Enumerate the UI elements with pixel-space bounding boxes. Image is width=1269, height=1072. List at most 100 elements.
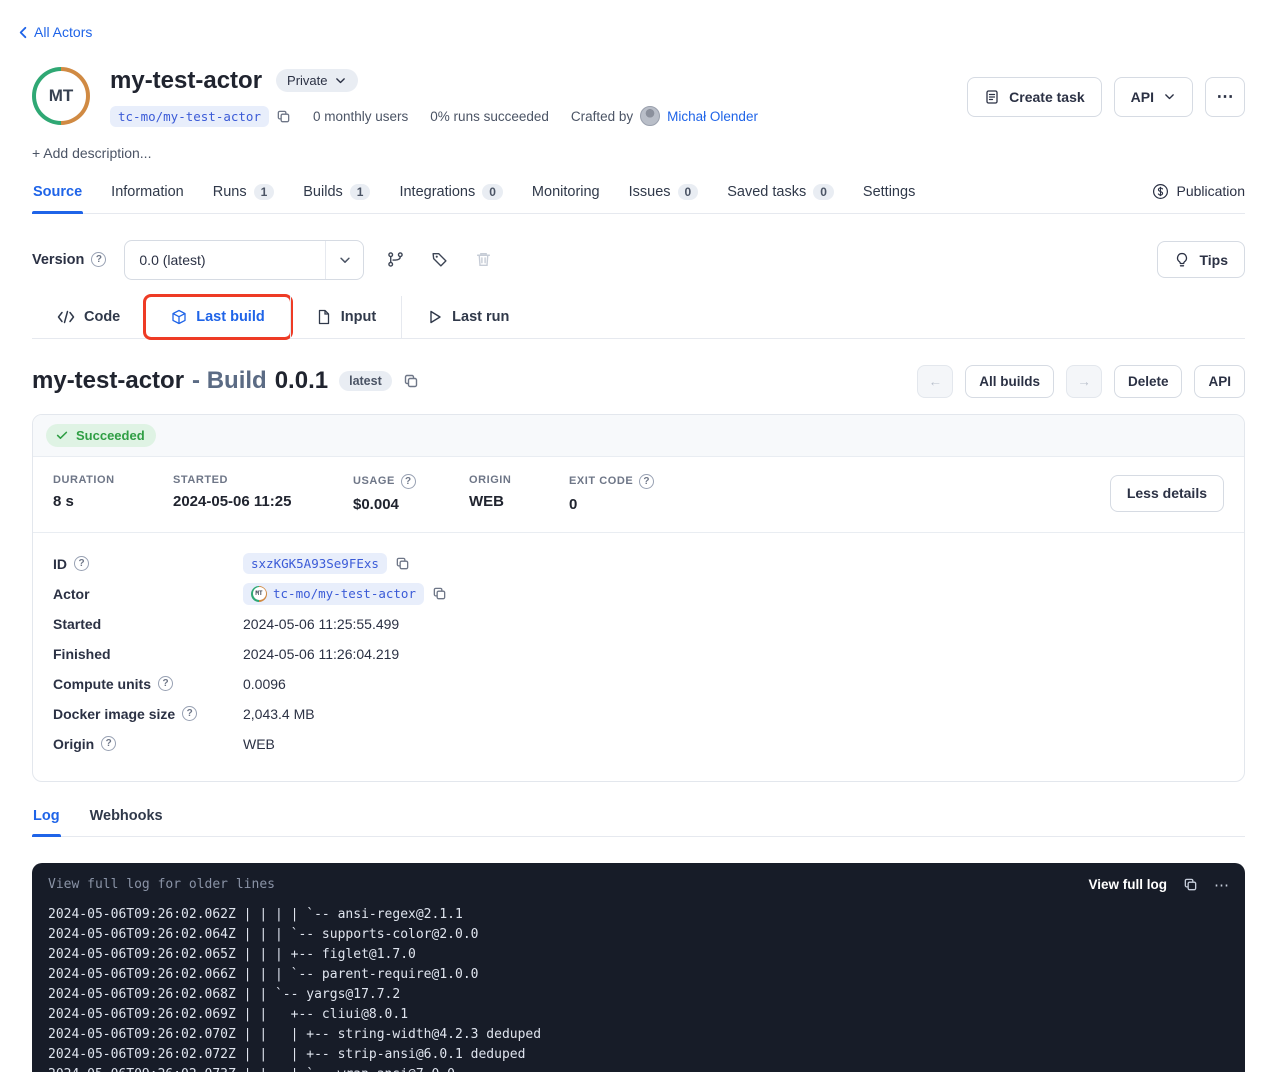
version-select[interactable]: 0.0 (latest) (124, 240, 364, 280)
detail-row-docker-size: Docker image size? 2,043.4 MB (53, 699, 1224, 729)
prev-build-button[interactable]: ← (917, 365, 953, 398)
less-details-button[interactable]: Less details (1110, 475, 1224, 512)
subtab-code[interactable]: Code (32, 296, 145, 338)
tab-saved-tasks[interactable]: Saved tasks0 (726, 184, 835, 213)
view-full-log-button[interactable]: View full log (1088, 877, 1167, 892)
subtab-last-run[interactable]: Last run (401, 296, 534, 338)
tab-information[interactable]: Information (110, 184, 185, 213)
code-icon (57, 310, 75, 324)
build-details: ID? sxzKGK5A93Se9FExs Actor MT tc-mo/my-… (33, 533, 1244, 781)
log-more-button[interactable]: ⋯ (1214, 876, 1229, 894)
actor-detail-page: All Actors MT my-test-actor Private tc-m… (0, 0, 1269, 1072)
tab-count-badge: 1 (254, 184, 275, 200)
tab-runs[interactable]: Runs1 (212, 184, 276, 213)
task-icon (984, 89, 1000, 105)
lightbulb-icon (1174, 252, 1190, 268)
tips-button[interactable]: Tips (1157, 241, 1245, 278)
log-line: 2024-05-06T09:26:02.069Z | | +-- cliui@8… (48, 1005, 1229, 1025)
log-output[interactable]: 2024-05-06T09:26:02.062Z | | | | `-- ans… (32, 899, 1245, 1072)
create-task-button[interactable]: Create task (967, 77, 1102, 117)
author-link[interactable]: Michał Olender (667, 109, 758, 124)
stat-started: STARTED 2024-05-06 11:25 (173, 474, 329, 510)
copy-log-button[interactable] (1183, 877, 1198, 892)
older-lines-notice[interactable]: View full log for older lines (48, 877, 275, 892)
detail-row-compute-units: Compute units? 0.0096 (53, 669, 1224, 699)
copy-icon (403, 373, 419, 389)
breadcrumb-label: All Actors (34, 24, 92, 40)
tab-issues[interactable]: Issues0 (628, 184, 700, 213)
dollar-circle-icon (1152, 183, 1169, 200)
log-panel: View full log for older lines View full … (32, 863, 1245, 1072)
stat-exit-code: EXIT CODE? 0 (569, 474, 679, 513)
copy-icon (432, 586, 447, 601)
log-line: 2024-05-06T09:26:02.066Z | | | `-- paren… (48, 965, 1229, 985)
branch-icon-button[interactable] (382, 247, 408, 273)
author-avatar (640, 106, 660, 126)
subtab-input[interactable]: Input (290, 296, 401, 338)
delete-build-button[interactable]: Delete (1114, 365, 1183, 398)
chevron-down-icon (1163, 90, 1176, 103)
build-api-button[interactable]: API (1194, 365, 1245, 398)
log-line: 2024-05-06T09:26:02.062Z | | | | `-- ans… (48, 905, 1229, 925)
actor-tab-bar: Source Information Runs1 Builds1 Integra… (32, 183, 1245, 214)
tab-settings[interactable]: Settings (862, 184, 916, 213)
help-icon[interactable]: ? (158, 676, 173, 691)
copy-build-button[interactable] (403, 373, 419, 389)
help-icon[interactable]: ? (639, 474, 654, 489)
chevron-down-icon (334, 74, 347, 87)
stat-duration: DURATION 8 s (53, 474, 149, 510)
trash-icon (475, 251, 492, 268)
tab-integrations[interactable]: Integrations0 (398, 184, 503, 213)
document-icon (316, 309, 332, 325)
detail-row-id: ID? sxzKGK5A93Se9FExs (53, 549, 1224, 579)
detail-row-origin: Origin? WEB (53, 729, 1224, 759)
tab-monitoring[interactable]: Monitoring (531, 184, 601, 213)
copy-id-button[interactable] (395, 556, 410, 571)
stat-origin: ORIGIN WEB (469, 474, 545, 510)
detail-row-finished: Finished 2024-05-06 11:26:04.219 (53, 639, 1224, 669)
help-icon[interactable]: ? (401, 474, 416, 489)
tab-builds[interactable]: Builds1 (302, 184, 371, 213)
publication-link[interactable]: Publication (1152, 183, 1246, 213)
build-card: Succeeded DURATION 8 s STARTED 2024-05-0… (32, 414, 1245, 782)
all-builds-button[interactable]: All builds (965, 365, 1054, 398)
log-line: 2024-05-06T09:26:02.073Z | | | `-- wrap-… (48, 1065, 1229, 1072)
subtab-last-build[interactable]: Last build (145, 296, 289, 338)
tab-source[interactable]: Source (32, 184, 83, 213)
log-line: 2024-05-06T09:26:02.070Z | | | +-- strin… (48, 1025, 1229, 1045)
runs-succeeded-stat: 0% runs succeeded (430, 109, 549, 124)
help-icon[interactable]: ? (74, 556, 89, 571)
tab-webhooks[interactable]: Webhooks (89, 808, 164, 836)
latest-badge: latest (339, 371, 392, 391)
log-tab-bar: Log Webhooks (32, 808, 1245, 837)
check-icon (55, 428, 69, 442)
chevron-left-icon (16, 25, 31, 40)
crafted-by: Crafted by Michał Olender (571, 106, 758, 126)
next-build-button[interactable]: → (1066, 365, 1102, 398)
build-status-bar: Succeeded (33, 415, 1244, 457)
source-view-tabs: Code Last build Input Last run (32, 296, 1245, 339)
monthly-users-stat: 0 monthly users (313, 109, 408, 124)
copy-actor-button[interactable] (432, 586, 447, 601)
chevron-down-icon (325, 241, 363, 279)
tag-icon-button[interactable] (426, 247, 452, 273)
build-actions: ← All builds → Delete API (917, 365, 1245, 398)
log-line: 2024-05-06T09:26:02.064Z | | | `-- suppo… (48, 925, 1229, 945)
copy-handle-button[interactable] (276, 109, 291, 124)
actor-handle-badge[interactable]: MT tc-mo/my-test-actor (243, 583, 424, 605)
help-icon[interactable]: ? (101, 736, 116, 751)
actor-handle-badge[interactable]: tc-mo/my-test-actor (110, 106, 269, 127)
log-line: 2024-05-06T09:26:02.065Z | | | +-- figle… (48, 945, 1229, 965)
help-icon[interactable]: ? (91, 252, 106, 267)
breadcrumb[interactable]: All Actors (16, 24, 92, 40)
delete-version-button[interactable] (470, 247, 496, 273)
tab-log[interactable]: Log (32, 808, 61, 836)
help-icon[interactable]: ? (182, 706, 197, 721)
api-dropdown-button[interactable]: API (1114, 77, 1193, 117)
privacy-dropdown[interactable]: Private (276, 69, 357, 92)
build-id-badge[interactable]: sxzKGK5A93Se9FExs (243, 553, 387, 574)
page-title: my-test-actor (110, 67, 262, 95)
header-actions: Create task API ⋯ (967, 77, 1245, 117)
more-actions-button[interactable]: ⋯ (1205, 77, 1245, 117)
add-description-link[interactable]: + Add description... (32, 145, 1245, 161)
